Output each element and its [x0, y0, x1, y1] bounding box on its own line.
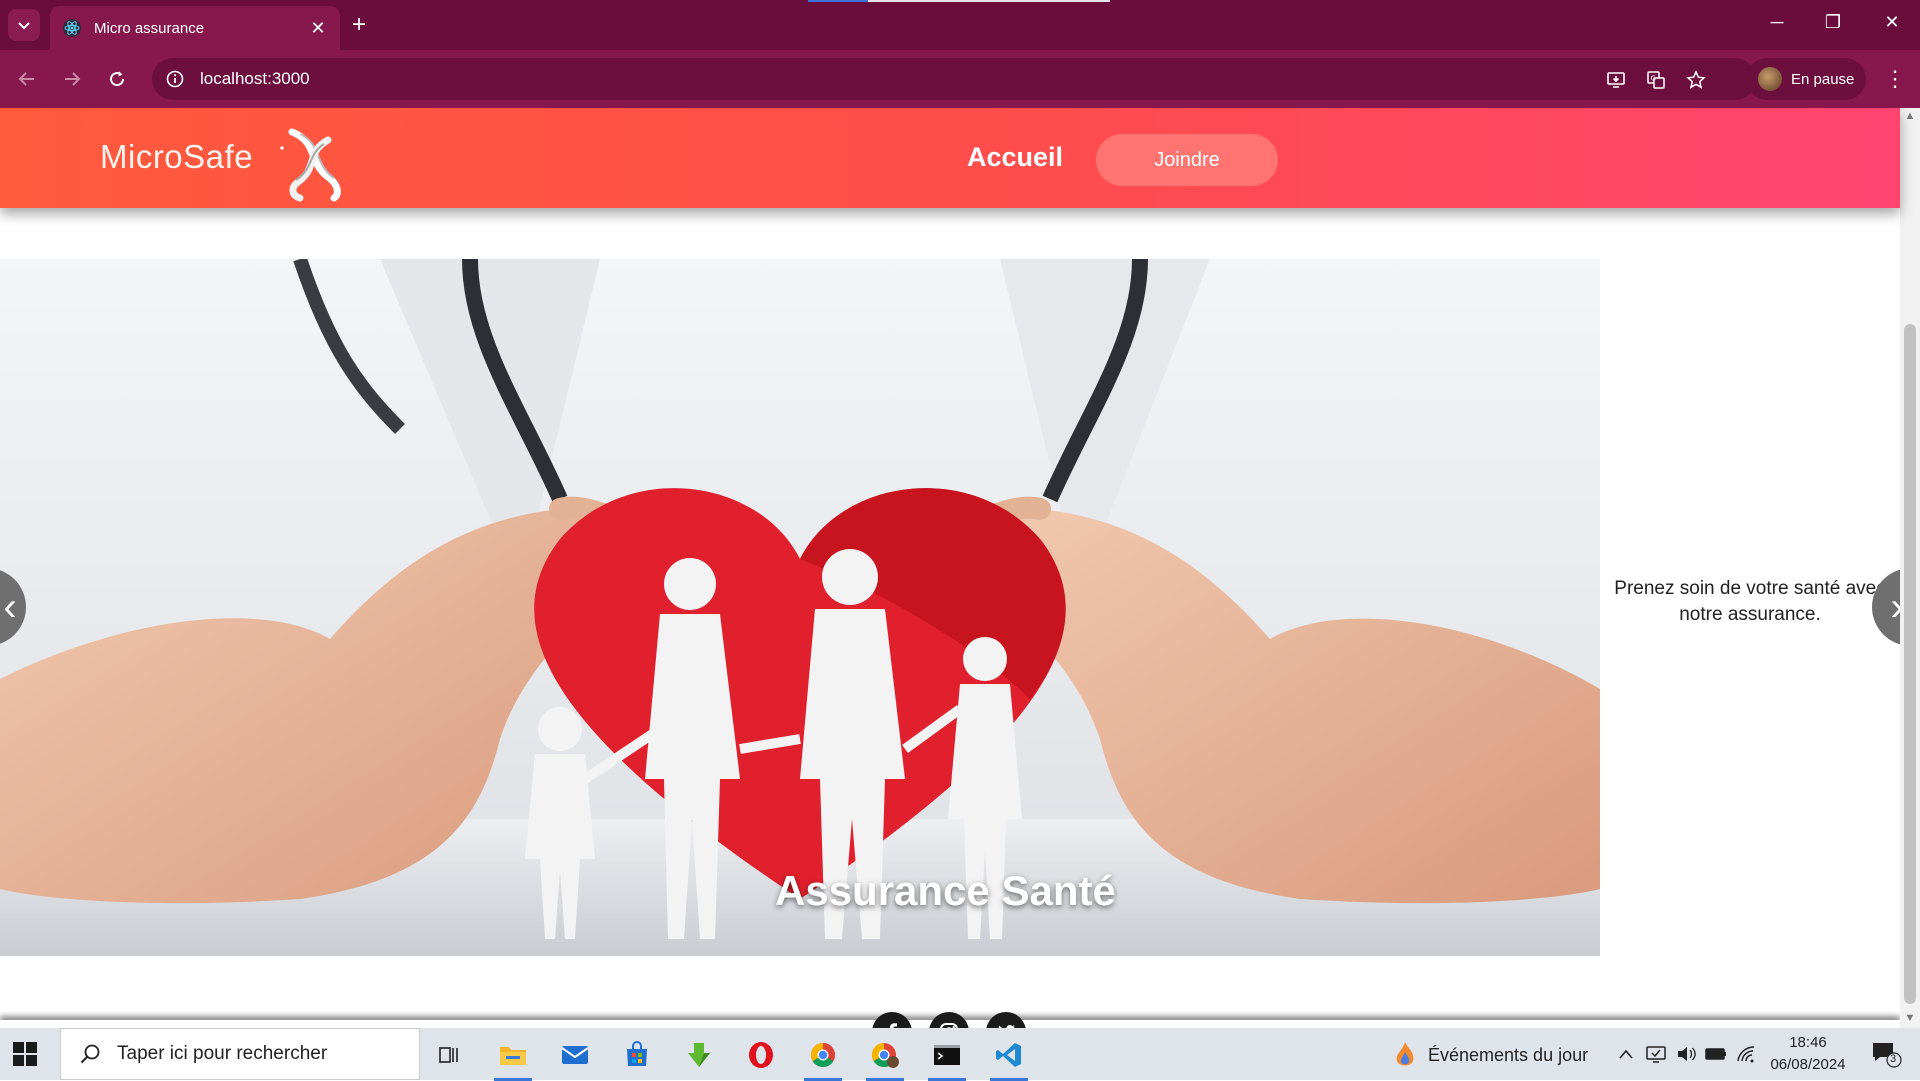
taskbar-search-box[interactable]: Taper ici pour rechercher — [60, 1028, 420, 1080]
close-window-button[interactable]: ✕ — [1872, 12, 1912, 33]
wifi-icon[interactable] — [1734, 1042, 1758, 1066]
address-bar[interactable]: localhost:3000 G — [152, 58, 1756, 100]
browser-menu-icon[interactable]: ⋮ — [1880, 64, 1910, 94]
news-widget-label: Événements du jour — [1428, 1044, 1589, 1065]
facebook-icon[interactable] — [872, 1012, 912, 1028]
site-header: MicroSafe Accueil Joindre — [0, 108, 1900, 208]
profile-button[interactable]: En pause — [1746, 58, 1866, 100]
reload-icon — [110, 71, 125, 87]
site-info-icon[interactable] — [166, 70, 184, 88]
browser-toolbar: localhost:3000 G En pause ⋮ — [0, 50, 1920, 108]
weather-flame-icon — [1396, 1042, 1414, 1066]
tab-search-button[interactable] — [8, 9, 40, 41]
clock-date: 06/08/2024 — [1770, 1056, 1846, 1073]
health-insurance-hero-image — [0, 259, 1600, 956]
bookmark-star-icon[interactable] — [1684, 68, 1708, 92]
notification-count: 3 — [1890, 1053, 1897, 1065]
volume-icon[interactable] — [1674, 1042, 1698, 1066]
taskbar-clock[interactable]: 18:46 06/08/2024 — [1760, 1032, 1856, 1076]
twitter-icon[interactable] — [986, 1012, 1026, 1028]
chevron-left-icon: ‹ — [3, 584, 17, 629]
close-tab-icon[interactable]: ✕ — [308, 18, 328, 39]
page-scrollbar[interactable]: ▲ ▼ — [1900, 108, 1920, 1028]
browser-tab-bar: Micro assurance ✕ + ─ ❐ ✕ — [0, 0, 1920, 50]
terminal-icon[interactable] — [924, 1036, 970, 1081]
profile-label: En pause — [1791, 70, 1855, 88]
url-text[interactable]: localhost:3000 — [200, 69, 310, 89]
scroll-up-icon[interactable]: ▲ — [1904, 110, 1916, 122]
avatar — [1758, 67, 1782, 91]
search-icon — [80, 1044, 100, 1064]
file-explorer-icon[interactable] — [490, 1036, 536, 1081]
download-manager-icon[interactable] — [676, 1036, 722, 1074]
battery-icon[interactable] — [1704, 1042, 1728, 1066]
scroll-down-icon[interactable]: ▼ — [1904, 1012, 1916, 1024]
vscode-icon[interactable] — [986, 1036, 1032, 1081]
translate-icon[interactable]: G — [1644, 68, 1668, 92]
news-widget[interactable]: Événements du jour — [1392, 1040, 1588, 1070]
chrome-profile-icon[interactable] — [862, 1036, 908, 1081]
microsoft-store-icon[interactable] — [614, 1036, 660, 1074]
instagram-icon[interactable] — [929, 1012, 969, 1028]
chevron-up-icon[interactable] — [1614, 1042, 1638, 1066]
task-view-icon[interactable] — [426, 1036, 472, 1074]
knot-logo-icon — [280, 128, 341, 202]
page-viewport: MicroSafe Accueil Joindre Assurance Sant… — [0, 108, 1920, 1028]
opera-browser-icon[interactable] — [738, 1036, 784, 1074]
new-tab-button[interactable]: + — [352, 12, 366, 38]
minimize-button[interactable]: ─ — [1757, 12, 1797, 33]
join-button[interactable]: Joindre — [1096, 134, 1278, 186]
tab-title: Micro assurance — [94, 19, 205, 37]
scrollbar-thumb[interactable] — [1904, 324, 1916, 1004]
notification-icon — [1873, 1043, 1902, 1068]
windows-start-icon[interactable] — [12, 1041, 38, 1067]
mail-icon[interactable] — [552, 1036, 598, 1074]
network-icon[interactable] — [1644, 1042, 1668, 1066]
hero-caption: Assurance Santé — [775, 867, 1116, 914]
forward-button[interactable] — [57, 64, 87, 94]
search-placeholder: Taper ici pour rechercher — [117, 1043, 328, 1064]
chevron-down-icon — [18, 22, 30, 30]
browser-tab[interactable]: Micro assurance ✕ — [50, 6, 340, 50]
install-app-icon[interactable] — [1604, 68, 1628, 92]
loading-indicator — [808, 0, 1110, 2]
restore-button[interactable]: ❐ — [1813, 12, 1853, 33]
back-button[interactable] — [12, 64, 42, 94]
brand-name[interactable]: MicroSafe — [100, 138, 253, 176]
nav-link-home[interactable]: Accueil — [967, 142, 1063, 173]
reload-button[interactable] — [102, 64, 132, 94]
react-favicon-icon — [63, 19, 81, 37]
chrome-icon[interactable] — [800, 1036, 846, 1081]
clock-time: 18:46 — [1789, 1034, 1827, 1051]
svg-text:G: G — [1651, 75, 1656, 83]
arrow-left-icon — [18, 72, 34, 86]
notification-center-button[interactable]: 3 — [1870, 1040, 1902, 1068]
arrow-right-icon — [65, 72, 81, 86]
hero-carousel-slide: Assurance Santé — [0, 259, 1600, 956]
windows-taskbar: Taper ici pour rechercher Événements du … — [0, 1028, 1920, 1081]
hero-side-text: Prenez soin de votre santé avec notre as… — [1614, 578, 1886, 625]
